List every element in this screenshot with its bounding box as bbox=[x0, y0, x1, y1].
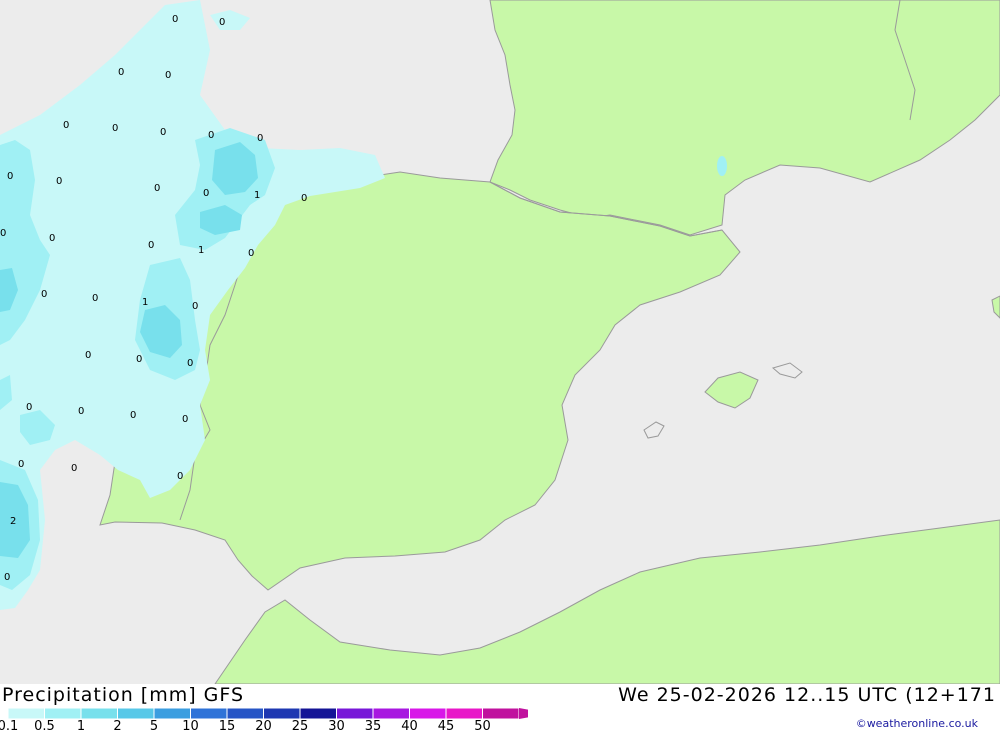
map-footer: Precipitation [mm] GFS We 25-02-2026 12.… bbox=[0, 684, 1000, 734]
map-value-label: 2 bbox=[10, 516, 16, 527]
legend-swatch bbox=[336, 708, 374, 720]
map-value-label: 0 bbox=[56, 176, 62, 187]
map-value-label: 0 bbox=[208, 130, 214, 141]
legend-tick-label: 40 bbox=[401, 719, 418, 734]
legend-swatch bbox=[482, 708, 520, 720]
legend-swatch bbox=[117, 708, 155, 720]
map-value-label: 1 bbox=[198, 245, 204, 256]
legend-swatch bbox=[263, 708, 301, 720]
map-value-label: 0 bbox=[130, 410, 136, 421]
map-value-label: 0 bbox=[71, 463, 77, 474]
map-value-label: 0 bbox=[257, 133, 263, 144]
map-value-label: 0 bbox=[0, 228, 6, 239]
map-value-label: 0 bbox=[160, 127, 166, 138]
map-value-label: 1 bbox=[254, 190, 260, 201]
legend-swatch bbox=[409, 708, 447, 720]
map-value-label: 0 bbox=[192, 301, 198, 312]
legend-tick-label: 50 bbox=[474, 719, 491, 734]
legend-tick-label: 0.1 bbox=[0, 719, 19, 734]
legend-tick-label: 30 bbox=[328, 719, 345, 734]
map-value-label: 0 bbox=[148, 240, 154, 251]
map-value-label: 0 bbox=[219, 17, 225, 28]
precipitation-map: 0 0 0 0 0 0 0 0 0 0 0 0 1 0 0 0 0 1 0 0 … bbox=[0, 0, 1000, 684]
map-value-label: 0 bbox=[172, 14, 178, 25]
legend-tick-label: 20 bbox=[255, 719, 272, 734]
legend-swatch bbox=[44, 708, 82, 720]
map-value-label: 0 bbox=[203, 188, 209, 199]
map-value-label: 0 bbox=[4, 572, 10, 583]
legend-tick-label: 25 bbox=[291, 719, 309, 734]
legend-swatch bbox=[372, 708, 410, 720]
legend-tick-label: 5 bbox=[149, 719, 159, 734]
legend-swatch bbox=[299, 708, 337, 720]
map-value-label: 0 bbox=[18, 459, 24, 470]
legend-swatch bbox=[445, 708, 483, 720]
legend-swatch bbox=[226, 708, 264, 720]
map-title: Precipitation [mm] GFS bbox=[2, 684, 245, 706]
map-value-label: 0 bbox=[248, 248, 254, 259]
map-value-label: 0 bbox=[165, 70, 171, 81]
map-value-label: 0 bbox=[7, 171, 13, 182]
map-value-label: 0 bbox=[182, 414, 188, 425]
map-value-label: 0 bbox=[41, 289, 47, 300]
legend-swatch bbox=[153, 708, 191, 720]
legend-tick-label: 15 bbox=[218, 719, 236, 734]
map-value-label: 0 bbox=[187, 358, 193, 369]
legend-tick-label: 1 bbox=[76, 719, 86, 734]
map-value-label: 0 bbox=[63, 120, 69, 131]
legend-tick-label: 2 bbox=[113, 719, 122, 734]
lake bbox=[717, 156, 727, 176]
map-value-label: 0 bbox=[118, 67, 124, 78]
legend-swatch bbox=[80, 708, 118, 720]
legend-swatch bbox=[190, 708, 228, 720]
map-value-label: 0 bbox=[136, 354, 142, 365]
credit-link[interactable]: ©weatheronline.co.uk bbox=[856, 717, 978, 730]
legend-tick-label: 45 bbox=[437, 719, 455, 734]
map-value-label: 1 bbox=[142, 297, 148, 308]
map-value-label: 0 bbox=[85, 350, 91, 361]
legend-arrow bbox=[519, 708, 528, 719]
legend-tick-label: 0.5 bbox=[34, 719, 55, 734]
map-value-label: 0 bbox=[112, 123, 118, 134]
map-value-label: 0 bbox=[177, 471, 183, 482]
map-value-label: 0 bbox=[154, 183, 160, 194]
legend-tick-label: 10 bbox=[182, 719, 199, 734]
map-value-label: 0 bbox=[92, 293, 98, 304]
map-value-label: 0 bbox=[78, 406, 84, 417]
map-value-label: 0 bbox=[49, 233, 55, 244]
map-valid-time: We 25-02-2026 12..15 UTC (12+171 bbox=[618, 684, 996, 706]
legend-tick-label: 35 bbox=[364, 719, 382, 734]
legend-swatch bbox=[8, 708, 45, 720]
map-value-label: 0 bbox=[26, 402, 32, 413]
map-value-label: 0 bbox=[301, 193, 307, 204]
